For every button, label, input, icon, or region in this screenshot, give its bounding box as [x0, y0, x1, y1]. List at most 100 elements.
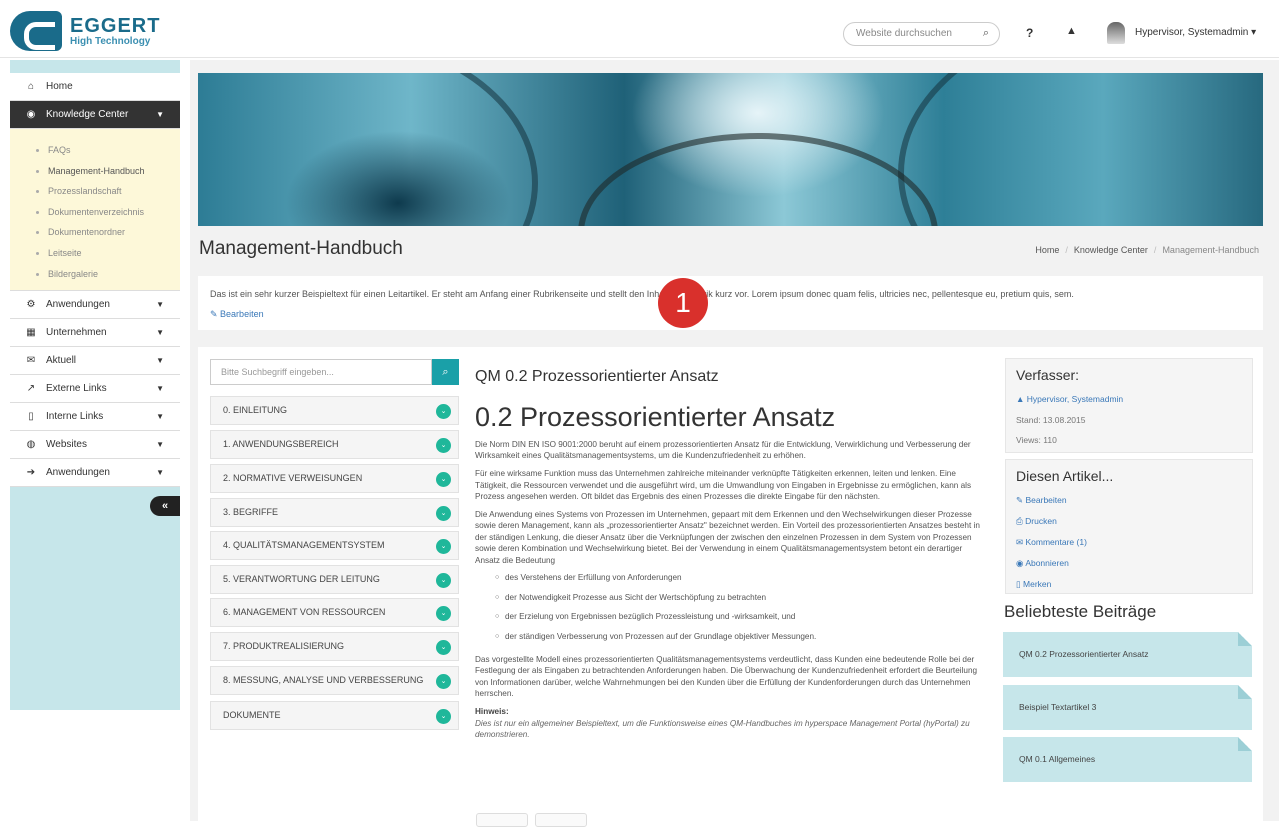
article-actions-box: Diesen Artikel... ✎ Bearbeiten ⎙ Drucken…	[1005, 459, 1253, 594]
popular-post-item[interactable]: QM 0.1 Allgemeines	[1003, 737, 1252, 782]
sidebar-item-label: Aktuell	[46, 355, 77, 367]
page-title: Management-Handbuch	[199, 238, 403, 259]
sidebar-item-label: Anwendungen	[46, 299, 110, 311]
accordion-item[interactable]: 5. VERANTWORTUNG DER LEITUNG ⌄	[210, 565, 459, 594]
accordion-item[interactable]: 4. QUALITÄTSMANAGEMENTSYSTEM ⌄	[210, 531, 459, 560]
sidebar-subitem[interactable]: FAQs	[36, 140, 180, 161]
list-item: der Erzielung von Ergebnissen bezüglich …	[495, 609, 985, 629]
accordion-item[interactable]: 1. ANWENDUNGSBEREICH ⌄	[210, 430, 459, 459]
accordion-item[interactable]: 7. PRODUKTREALISIERUNG ⌄	[210, 632, 459, 661]
view-count: Views: 110	[1016, 435, 1057, 445]
breadcrumb-home[interactable]: Home	[1035, 245, 1059, 255]
accordion-item[interactable]: 3. BEGRIFFE ⌄	[210, 498, 459, 527]
help-icon[interactable]: ?	[1026, 26, 1033, 40]
search-icon[interactable]: ⌕	[432, 359, 459, 385]
intro-edit-link[interactable]: ✎ Bearbeiten	[210, 309, 1251, 320]
hint-title: Hinweis:	[475, 707, 509, 717]
accordion-item-label: 6. MANAGEMENT VON RESSOURCEN	[223, 607, 386, 617]
accordion-item-label: 0. EINLEITUNG	[223, 405, 288, 415]
chevron-down-icon: ⌄	[436, 506, 451, 521]
sidebar: ⌂ Home ◉ Knowledge Center ▼ FAQs Management-Ha…	[10, 60, 180, 710]
chevron-down-icon: ⌄	[436, 709, 451, 724]
caret-down-icon: ▼	[156, 300, 164, 310]
subscribe-link[interactable]: ◉ Abonnieren	[1016, 553, 1242, 574]
sidebar-item-home[interactable]: ⌂ Home	[10, 73, 180, 101]
sidebar-item-label: Knowledge Center	[46, 109, 129, 120]
sidebar-subitem[interactable]: Management-Handbuch	[36, 161, 180, 182]
sidebar-item-label: Interne Links	[46, 411, 104, 423]
accordion-item[interactable]: 2. NORMATIVE VERWEISUNGEN ⌄	[210, 464, 459, 493]
intro-text: Das ist ein sehr kurzer Beispieltext für…	[210, 289, 1074, 299]
caret-down-icon: ▼	[156, 440, 164, 450]
article-paragraph: Das vorgestellte Modell eines prozessori…	[475, 655, 978, 699]
next-button[interactable]	[535, 813, 587, 827]
sidebar-item-unternehmen[interactable]: ▦ Unternehmen ▼	[10, 319, 180, 348]
caret-down-icon: ▼	[156, 328, 164, 338]
avatar[interactable]	[1107, 22, 1125, 44]
caret-down-icon: ▼	[156, 412, 164, 422]
accordion-item-label: 3. BEGRIFFE	[223, 507, 279, 517]
sidebar-subitem[interactable]: Prozesslandschaft	[36, 181, 180, 202]
accordion-item-label: 2. NORMATIVE VERWEISUNGEN	[223, 473, 363, 483]
chevron-down-icon: ⌄	[436, 438, 451, 453]
accordion-item-label: 5. VERANTWORTUNG DER LEITUNG	[223, 574, 380, 584]
sidebar-nav: ⌂ Home ◉ Knowledge Center ▼ FAQs Management-Ha…	[10, 73, 180, 488]
sidebar-item-label: Home	[46, 81, 73, 92]
sidebar-item-anwendungen[interactable]: ➔ Anwendungen ▼	[10, 459, 180, 488]
accordion-search-input[interactable]: Bitte Suchbegriff eingeben...	[210, 359, 432, 385]
article-bullet-list: des Verstehens der Erfüllung von Anforde…	[495, 570, 985, 648]
edit-link[interactable]: ✎ Bearbeiten	[1016, 490, 1242, 511]
accordion-item[interactable]: 8. MESSUNG, ANALYSE UND VERBESSERUNG ⌄	[210, 666, 459, 695]
article-title: 0.2 Prozessorientierter Ansatz	[475, 402, 836, 432]
bookmark-link[interactable]: ▯ Merken	[1016, 574, 1242, 595]
sidebar-item-aktuell[interactable]: ✉ Aktuell ▼	[10, 347, 180, 376]
intro-panel: Das ist ein sehr kurzer Beispieltext für…	[198, 276, 1263, 330]
user-icon[interactable]: ▲	[1066, 25, 1077, 37]
accordion-item[interactable]: DOKUMENTE ⌄	[210, 701, 459, 730]
prev-button[interactable]	[476, 813, 528, 827]
sidebar-item-knowledge-center[interactable]: ◉ Knowledge Center ▼	[10, 101, 180, 129]
accordion-item-label: DOKUMENTE	[223, 710, 281, 720]
site-search-input[interactable]: Website durchsuchen ⌕	[843, 22, 1000, 46]
print-link[interactable]: ⎙ Drucken	[1016, 511, 1242, 532]
accordion-item-label: 7. PRODUKTREALISIERUNG	[223, 641, 345, 651]
user-menu[interactable]: Hypervisor, Systemadmin ▾	[1135, 27, 1256, 38]
popular-post-item[interactable]: QM 0.2 Prozessorientierter Ansatz	[1003, 632, 1252, 677]
sidebar-subitem[interactable]: Dokumentenverzeichnis	[36, 202, 180, 223]
sidebar-subitem[interactable]: Bildergalerie	[36, 264, 180, 285]
sidebar-item-interne-links[interactable]: ▯ Interne Links ▼	[10, 403, 180, 432]
logo-mark	[10, 11, 62, 51]
accordion-item[interactable]: 6. MANAGEMENT VON RESSOURCEN ⌄	[210, 598, 459, 627]
author-link[interactable]: ▲ Hypervisor, Systemadmin	[1016, 389, 1242, 410]
list-item: der ständigen Verbesserung von Prozessen…	[495, 629, 985, 649]
search-icon[interactable]: ⌕	[983, 27, 989, 40]
author-box: Verfasser: ▲ Hypervisor, Systemadmin Sta…	[1005, 358, 1253, 453]
list-item: der Notwendigkeit Prozesse aus Sicht der…	[495, 590, 985, 610]
logo[interactable]: EGGERT High Technology	[10, 10, 180, 52]
breadcrumb-knowledge-center[interactable]: Knowledge Center	[1074, 245, 1148, 255]
article-heading: QM 0.2 Prozessorientierter Ansatz	[475, 368, 719, 385]
chevron-down-icon: ⌄	[436, 573, 451, 588]
site-search-placeholder: Website durchsuchen	[856, 28, 952, 39]
author-date: Stand: 13.08.2015	[1016, 415, 1086, 425]
accordion-item-label: 4. QUALITÄTSMANAGEMENTSYSTEM	[223, 540, 385, 550]
sidebar-subitem[interactable]: Leitseite	[36, 243, 180, 264]
logo-subtitle: High Technology	[70, 35, 151, 47]
sidebar-collapse-button[interactable]: «	[150, 496, 180, 516]
chevron-down-icon: ⌄	[436, 472, 451, 487]
annotation-badge: 1	[658, 278, 708, 328]
sidebar-subitem[interactable]: Dokumentenordner	[36, 222, 180, 243]
accordion-item[interactable]: 0. EINLEITUNG ⌄	[210, 396, 459, 425]
bookmark-icon: ▯	[28, 411, 34, 423]
logo-title: EGGERT	[70, 14, 161, 37]
sidebar-item-externe-links[interactable]: ↗ Externe Links ▼	[10, 375, 180, 404]
sidebar-item-anwendungen[interactable]: ⚙ Anwendungen ▼	[10, 291, 180, 320]
caret-down-icon: ▼	[156, 110, 164, 119]
sidebar-item-websites[interactable]: ◍ Websites ▼	[10, 431, 180, 460]
popular-post-item[interactable]: Beispiel Textartikel 3	[1003, 685, 1252, 730]
chevron-down-icon: ⌄	[436, 640, 451, 655]
globe-icon: ◍	[26, 439, 36, 451]
top-header: EGGERT High Technology Website durchsuch…	[0, 0, 1279, 58]
comments-link[interactable]: ✉ Kommentare (1)	[1016, 532, 1242, 553]
caret-down-icon: ▼	[156, 468, 164, 478]
